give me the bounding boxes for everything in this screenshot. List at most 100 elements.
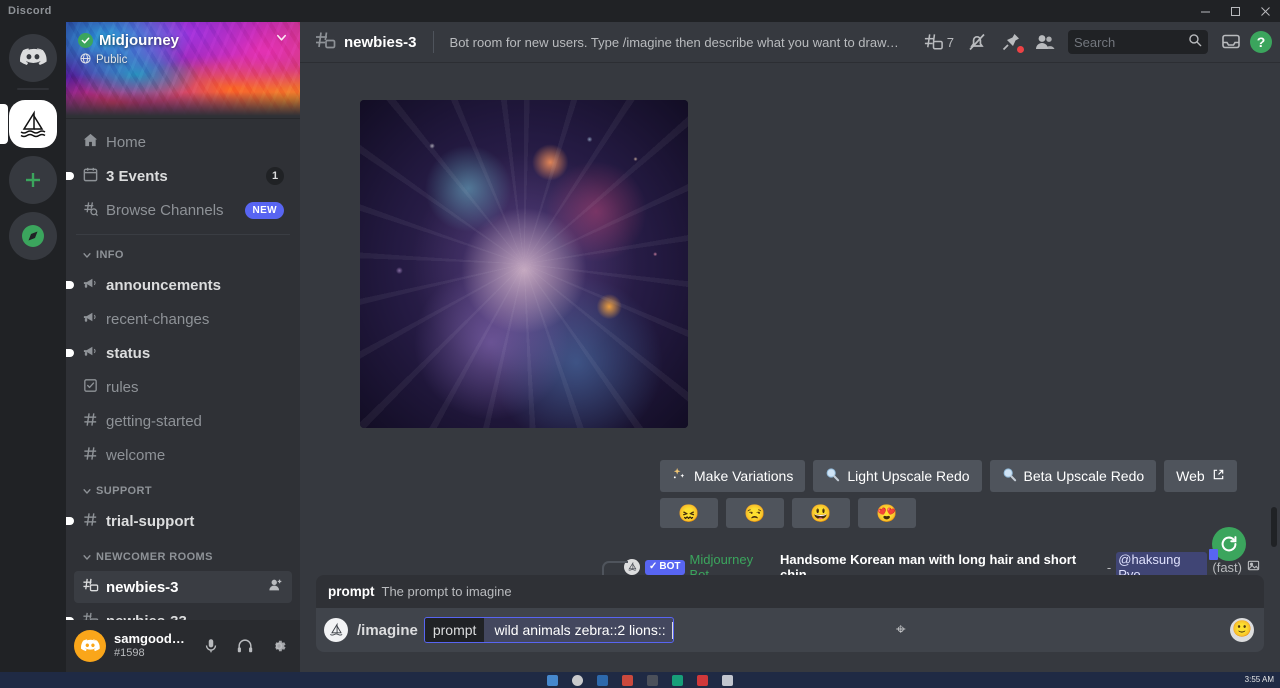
globe-icon: [80, 53, 91, 67]
category-support[interactable]: SUPPORT: [66, 479, 300, 503]
bell-off-icon[interactable]: [962, 28, 992, 56]
mouse-text-cursor: ⌖: [896, 620, 906, 639]
hash-thread-icon: [82, 611, 99, 620]
reaction-heart-eyes[interactable]: 😍: [858, 498, 916, 528]
announcement-icon: [82, 309, 99, 330]
members-icon[interactable]: [1030, 28, 1060, 56]
reaction-confounded[interactable]: 😖: [660, 498, 718, 528]
reply-dash: -: [1106, 559, 1112, 575]
message-scrollbar[interactable]: [1270, 66, 1278, 571]
category-info[interactable]: INFO: [66, 243, 300, 267]
inbox-icon[interactable]: [1216, 28, 1246, 56]
sidebar-item-status[interactable]: status: [66, 337, 292, 369]
sidebar-item-announcements[interactable]: announcements: [66, 269, 292, 301]
taskbar-item-3[interactable]: [597, 674, 608, 686]
events-badge: 1: [266, 167, 284, 185]
rail-item-direct-messages[interactable]: [0, 30, 66, 86]
chevron-down-icon: [83, 555, 91, 560]
discord-window: Discord Midjourney Public Home 3 Events …: [0, 0, 1280, 688]
app-title: Discord: [8, 5, 52, 17]
reaction-grinning[interactable]: 😃: [792, 498, 850, 528]
hash-thread-icon: [314, 29, 336, 56]
taskbar-item-7[interactable]: [697, 674, 708, 686]
scrollbar-thumb[interactable]: [1271, 507, 1277, 547]
sidebar-item-events[interactable]: 3 Events 1: [66, 160, 292, 192]
external-link-icon: [1212, 468, 1225, 484]
web-button[interactable]: Web: [1164, 460, 1237, 492]
taskbar-item-5[interactable]: [647, 674, 658, 686]
sparkles-icon: [672, 467, 687, 485]
minimize-button[interactable]: [1190, 0, 1220, 22]
new-badge: NEW: [245, 201, 284, 219]
verified-badge-icon: [78, 32, 93, 48]
reply-reference[interactable]: ✓ BOT Midjourney Bot Handsome Korean man …: [602, 552, 1260, 575]
server-visibility: Public: [80, 53, 127, 67]
taskbar-item-2[interactable]: [572, 674, 583, 686]
username: samgoodw...: [114, 632, 190, 647]
taskbar-item-4[interactable]: [622, 674, 633, 686]
user-discriminator: #1598: [114, 647, 145, 660]
pin-icon[interactable]: [996, 28, 1026, 56]
command-name: /imagine: [357, 621, 418, 639]
gear-icon[interactable]: [266, 633, 292, 659]
category-newcomer-rooms[interactable]: NEWCOMER ROOMS: [66, 545, 300, 569]
help-icon[interactable]: ?: [1250, 31, 1272, 53]
rail-item-explore[interactable]: [0, 208, 66, 264]
sidebar-item-getting-started[interactable]: getting-started: [74, 405, 292, 437]
sidebar-item-browse-channels[interactable]: Browse Channels NEW: [74, 194, 292, 226]
generated-artwork: [360, 100, 688, 428]
title-bar: Discord: [0, 0, 1280, 22]
sidebar-item-rules[interactable]: rules: [74, 371, 292, 403]
rail-item-midjourney[interactable]: [0, 96, 66, 152]
home-icon: [82, 132, 99, 153]
add-member-icon[interactable]: [268, 577, 284, 597]
unread-indicator: [66, 172, 74, 180]
main-content: newbies-3 Bot room for new users. Type /…: [300, 22, 1280, 672]
channel-topic[interactable]: Bot room for new users. Type /imagine th…: [450, 35, 900, 50]
light-upscale-redo-button[interactable]: Light Upscale Redo: [813, 460, 982, 492]
emoji-picker-icon[interactable]: 🙂: [1230, 618, 1254, 642]
rail-item-add-server[interactable]: [0, 152, 66, 208]
channel-label: newbies-3: [106, 578, 179, 596]
search-input[interactable]: Search: [1068, 30, 1208, 54]
taskbar-item-6[interactable]: [672, 674, 683, 686]
windows-taskbar: 3:55 AM: [0, 672, 1280, 688]
midjourney-generated-image[interactable]: [360, 100, 688, 428]
sidebar-item-newbies-33[interactable]: newbies-33: [66, 605, 292, 620]
chevron-down-icon[interactable]: [275, 31, 288, 49]
make-variations-button[interactable]: Make Variations: [660, 460, 806, 492]
hash-icon: [82, 411, 99, 432]
message-input[interactable]: /imagine prompt wild animals zebra::2 li…: [316, 608, 1264, 652]
beta-upscale-redo-button[interactable]: Beta Upscale Redo: [989, 460, 1157, 492]
chevron-down-icon: [83, 253, 91, 258]
sidebar-item-home[interactable]: Home: [74, 126, 292, 158]
channel-list: Home 3 Events 1 Browse Channels NEW INFO…: [66, 118, 300, 620]
sidebar-item-welcome[interactable]: welcome: [74, 439, 292, 471]
microphone-icon[interactable]: [198, 633, 224, 659]
sidebar-item-label: 3 Events: [106, 167, 168, 185]
channel-sidebar: Midjourney Public Home 3 Events 1 Browse…: [66, 22, 300, 672]
maximize-button[interactable]: [1220, 0, 1250, 22]
threads-icon[interactable]: 7: [919, 28, 958, 56]
server-header[interactable]: Midjourney Public: [66, 22, 300, 118]
sidebar-item-label: Browse Channels: [106, 201, 224, 219]
taskbar-item-8[interactable]: [722, 674, 733, 686]
option-chip-key: prompt: [424, 618, 485, 642]
user-identity[interactable]: samgoodw... #1598: [114, 632, 190, 660]
channel-name: newbies-3: [344, 33, 417, 51]
close-button[interactable]: [1250, 0, 1280, 22]
avatar[interactable]: [74, 630, 106, 662]
command-option-chip[interactable]: prompt wild animals zebra::2 lions::: [423, 617, 674, 643]
reply-author[interactable]: Midjourney Bot: [690, 552, 776, 575]
taskbar-item-1[interactable]: [547, 674, 558, 686]
sidebar-item-recent-changes[interactable]: recent-changes: [74, 303, 292, 335]
headphones-icon[interactable]: [232, 633, 258, 659]
reaction-unamused[interactable]: 😒: [726, 498, 784, 528]
magnifier-icon: [1002, 467, 1017, 485]
composer-area: prompt The prompt to imagine /imagine pr…: [300, 527, 1280, 672]
sidebar-item-trial-support[interactable]: trial-support: [66, 505, 292, 537]
channel-label: recent-changes: [106, 310, 210, 328]
sidebar-item-newbies-3[interactable]: newbies-3: [74, 571, 292, 603]
reply-mention[interactable]: @haksung Pyo: [1116, 552, 1208, 575]
sailboat-icon: [9, 100, 57, 148]
